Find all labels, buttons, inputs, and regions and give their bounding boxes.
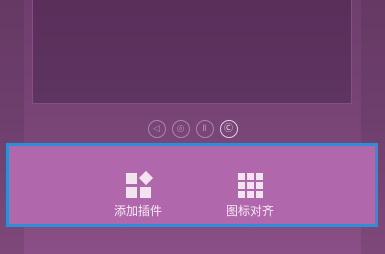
page-indicator: ◁ ◎ Ⅱ Ⓒ: [0, 120, 385, 140]
widgets-icon: [123, 170, 154, 200]
page-dot-3[interactable]: Ⅱ: [195, 120, 214, 138]
align-icons-button[interactable]: 图标对齐: [205, 170, 295, 218]
add-widget-label: 添加插件: [113, 204, 162, 218]
home-screen-edit-mode: ◁ ◎ Ⅱ Ⓒ 添加插件 图标对齐: [0, 0, 385, 254]
grid-icon: [235, 170, 265, 200]
page-dot-2[interactable]: ◎: [171, 120, 190, 138]
align-icons-label: 图标对齐: [225, 204, 274, 218]
page-dot-1[interactable]: ◁: [147, 120, 166, 138]
edit-toolbar: 添加插件 图标对齐: [6, 143, 378, 227]
home-screen-preview[interactable]: [32, 0, 352, 104]
add-widget-button[interactable]: 添加插件: [93, 170, 183, 218]
page-dot-4[interactable]: Ⓒ: [219, 120, 238, 138]
